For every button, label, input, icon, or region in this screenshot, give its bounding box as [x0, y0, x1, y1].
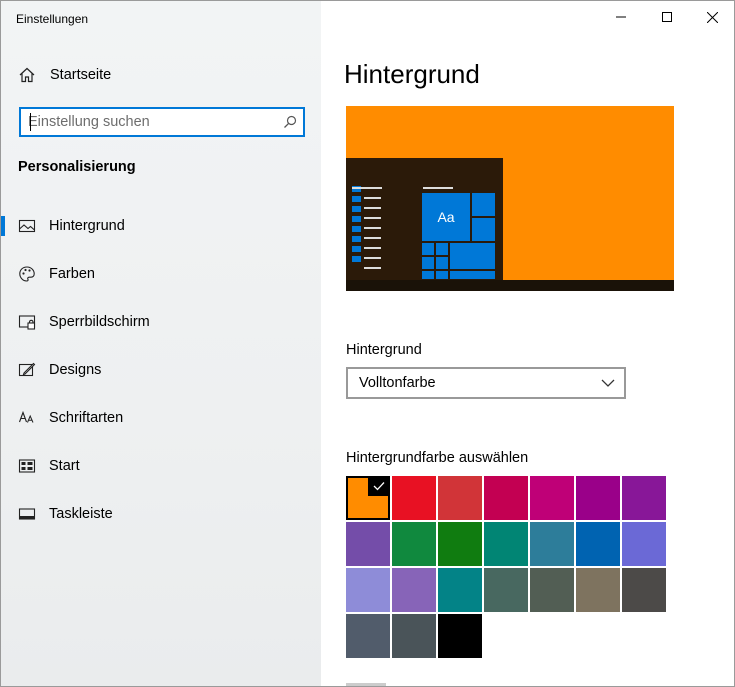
text-caret [30, 113, 31, 131]
start-rail [352, 186, 362, 266]
color-swatch[interactable] [530, 568, 574, 612]
page-title: Hintergrund [344, 59, 480, 89]
preview-tile-text: Aa [422, 193, 470, 241]
sidebar-item-sperrbildschirm[interactable]: Sperrbildschirm [1, 302, 321, 342]
taskbar-preview [346, 280, 674, 291]
home-label: Startseite [50, 67, 112, 83]
color-swatch[interactable] [484, 522, 528, 566]
color-swatch[interactable] [346, 614, 390, 658]
color-swatch[interactable] [438, 522, 482, 566]
sidebar-item-label: Farben [49, 266, 95, 282]
palette-icon [19, 266, 35, 282]
sidebar-item-hintergrund[interactable]: Hintergrund [1, 206, 321, 246]
color-swatch[interactable] [576, 522, 620, 566]
home-link[interactable]: Startseite [18, 65, 111, 85]
active-indicator [1, 216, 5, 236]
sidebar-item-label: Hintergrund [49, 218, 125, 234]
color-swatch[interactable] [346, 522, 390, 566]
color-picker-label: Hintergrundfarbe auswählen [346, 450, 529, 466]
color-swatch[interactable] [530, 476, 574, 520]
background-preview: Aa [346, 106, 674, 291]
settings-window: Einstellungen Startseite Personalisierun… [0, 0, 735, 687]
color-swatch[interactable] [622, 476, 666, 520]
color-swatch[interactable] [392, 614, 436, 658]
sidebar-item-start[interactable]: Start [1, 446, 321, 486]
minimize-icon [616, 16, 626, 18]
sidebar-item-label: Sperrbildschirm [49, 314, 150, 330]
search-input[interactable] [28, 112, 276, 132]
search-box[interactable] [19, 107, 305, 137]
color-swatch[interactable] [438, 476, 482, 520]
taskbar-icon [18, 508, 36, 520]
color-swatch[interactable] [346, 476, 390, 520]
sidebar-item-label: Start [49, 458, 80, 474]
home-icon [19, 67, 35, 83]
designs-icon [18, 362, 36, 377]
start-menu-preview: Aa [346, 158, 503, 280]
sidebar-item-taskleiste[interactable]: Taskleiste [1, 494, 321, 534]
close-button[interactable] [689, 1, 734, 33]
color-swatch[interactable] [576, 568, 620, 612]
sidebar-item-schriftarten[interactable]: Schriftarten [1, 398, 321, 438]
maximize-icon [662, 12, 672, 22]
sidebar: Einstellungen Startseite Personalisierun… [1, 1, 321, 686]
color-swatch[interactable] [392, 568, 436, 612]
lockscreen-icon [18, 315, 36, 330]
sidebar-item-label: Taskleiste [49, 506, 113, 522]
color-swatch[interactable] [622, 522, 666, 566]
start-icon [18, 459, 36, 473]
sidebar-item-label: Designs [49, 362, 102, 378]
color-swatch[interactable] [438, 568, 482, 612]
section-title: Personalisierung [18, 159, 136, 175]
color-swatch[interactable] [438, 614, 482, 658]
chevron-down-icon [601, 379, 615, 387]
color-swatch[interactable] [484, 568, 528, 612]
color-swatch[interactable] [576, 476, 620, 520]
dropdown-value: Volltonfarbe [359, 375, 436, 391]
checkmark-icon [368, 476, 390, 496]
color-swatch[interactable] [392, 476, 436, 520]
maximize-button[interactable] [644, 1, 690, 33]
window-title: Einstellungen [16, 12, 89, 26]
color-swatch[interactable] [346, 568, 390, 612]
close-icon [706, 11, 718, 23]
background-type-dropdown[interactable]: Volltonfarbe [346, 367, 626, 399]
color-swatch[interactable] [530, 522, 574, 566]
sidebar-item-designs[interactable]: Designs [1, 350, 321, 390]
search-icon[interactable] [283, 115, 297, 129]
color-swatch[interactable] [622, 568, 666, 612]
color-swatch[interactable] [392, 522, 436, 566]
color-swatch[interactable] [484, 476, 528, 520]
background-type-label: Hintergrund [346, 342, 422, 358]
custom-color-button[interactable] [346, 683, 386, 686]
sidebar-item-label: Schriftarten [49, 410, 124, 426]
minimize-button[interactable] [598, 1, 644, 33]
sidebar-item-farben[interactable]: Farben [1, 254, 321, 294]
fonts-icon [18, 410, 34, 423]
picture-icon [18, 219, 36, 233]
